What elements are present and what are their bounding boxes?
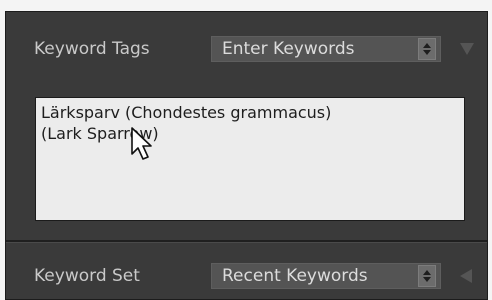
keyword-set-row: Keyword Set Recent Keywords	[6, 263, 487, 289]
keyword-entry-mode-value: Enter Keywords	[222, 39, 355, 59]
keyword-tags-textarea[interactable]: Lärksparv (Chondestes grammacus) (Lark S…	[35, 97, 465, 221]
keyword-entry-mode-select[interactable]: Enter Keywords	[211, 36, 441, 62]
keyword-tags-label: Keyword Tags	[34, 39, 150, 59]
triangle-left-icon[interactable]	[460, 269, 472, 283]
keyword-tags-row: Keyword Tags Enter Keywords	[6, 36, 487, 62]
keyword-set-label: Keyword Set	[34, 266, 140, 286]
keyword-line: Lärksparv (Chondestes grammacus)	[41, 103, 332, 122]
mouse-pointer-icon	[131, 127, 152, 160]
keyword-set-select[interactable]: Recent Keywords	[211, 263, 441, 289]
up-down-stepper-icon[interactable]	[418, 265, 436, 287]
up-down-stepper-icon[interactable]	[418, 38, 436, 60]
keywording-panel: Keyword Tags Enter Keywords Lärksparv (C…	[5, 11, 488, 300]
panel-divider	[6, 240, 487, 243]
keyword-line: (Lark Sparrow)	[41, 124, 159, 143]
triangle-down-icon[interactable]	[460, 43, 474, 55]
keyword-set-value: Recent Keywords	[222, 266, 368, 286]
